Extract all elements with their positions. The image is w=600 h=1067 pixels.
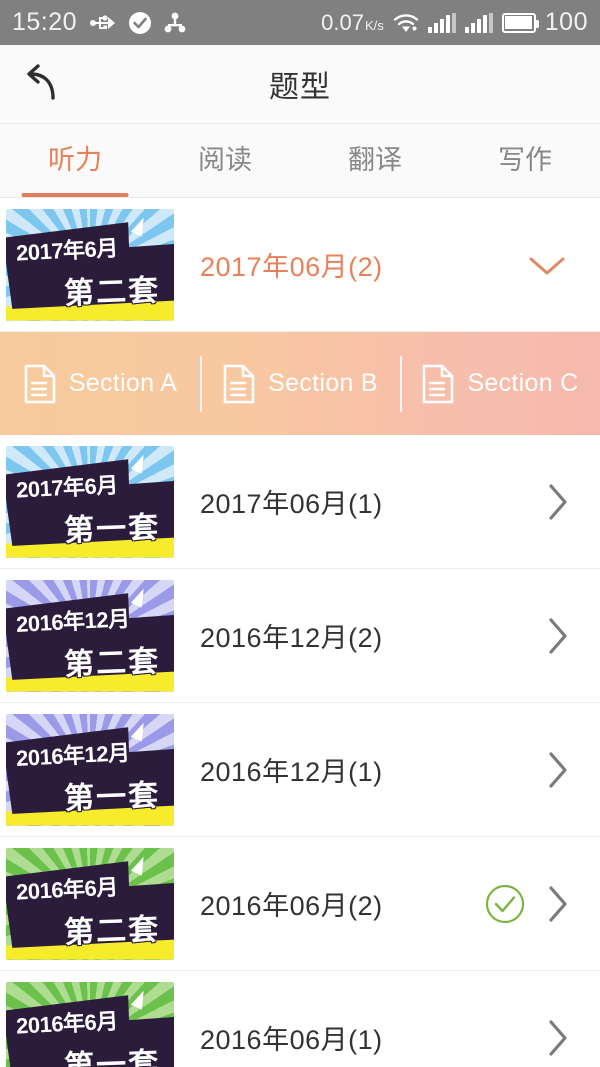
wifi-icon: [393, 13, 419, 33]
section-bar: Section A Section B Section C: [0, 332, 600, 435]
thumbnail-set: 第二套: [63, 644, 161, 682]
usb-icon: [90, 13, 116, 33]
status-bar-left: 15:20: [12, 8, 186, 37]
exam-list: 2017年6月 第二套 2017年06月(2) Section A Sectio…: [0, 198, 600, 1067]
document-icon: [23, 364, 57, 404]
section-item-b[interactable]: Section B: [200, 364, 400, 404]
row-actions: [524, 250, 570, 280]
table-row[interactable]: 2016年12月 第二套 2016年12月(2): [0, 569, 600, 703]
row-actions: [484, 882, 570, 926]
thumbnail-set: 第一套: [63, 1046, 161, 1067]
chevron-down-icon[interactable]: [524, 250, 570, 280]
status-bar: 15:20 0.07 K/s 100: [0, 0, 600, 45]
row-actions: [544, 480, 570, 524]
section-item-c[interactable]: Section C: [400, 364, 600, 404]
exam-thumbnail: 2016年6月 第二套: [6, 847, 174, 960]
app-header: 题型: [0, 45, 600, 124]
thumbnail-set: 第二套: [63, 273, 161, 311]
row-actions: [544, 614, 570, 658]
exam-label: 2017年06月(1): [200, 489, 383, 519]
tab-label: 写作: [498, 145, 552, 175]
exam-thumbnail: 2016年12月 第一套: [6, 713, 174, 826]
table-row[interactable]: 2016年6月 第一套 2016年06月(1): [0, 971, 600, 1067]
chevron-right-icon[interactable]: [544, 614, 570, 658]
thumbnail-year: 2016年12月: [15, 605, 131, 637]
network-speed: 0.07 K/s: [321, 9, 384, 35]
exam-thumbnail: 2017年6月 第一套: [6, 445, 174, 558]
check-circle-icon: [129, 11, 152, 34]
tab-translation[interactable]: 翻译: [300, 124, 450, 197]
signal-sim2-icon: [464, 12, 493, 33]
thumbnail-year: 2017年6月: [15, 471, 119, 503]
section-item-a[interactable]: Section A: [0, 364, 200, 404]
row-actions: [544, 1016, 570, 1060]
table-row[interactable]: 2017年6月 第一套 2017年06月(1): [0, 435, 600, 569]
back-arrow-icon: [19, 61, 65, 107]
tab-writing[interactable]: 写作: [450, 124, 600, 197]
tab-bar: 听力 阅读 翻译 写作: [0, 124, 600, 198]
battery-percent: 100: [544, 8, 588, 36]
signal-sim1-icon: [427, 12, 456, 33]
table-row[interactable]: 2016年6月 第二套 2016年06月(2): [0, 837, 600, 971]
exam-label: 2016年06月(2): [200, 891, 383, 921]
battery-icon: [501, 12, 539, 33]
section-label: Section A: [68, 369, 178, 397]
tab-label: 翻译: [348, 145, 402, 175]
table-row[interactable]: 2016年12月 第一套 2016年12月(1): [0, 703, 600, 837]
thumbnail-set: 第二套: [63, 912, 161, 950]
thumbnail-year: 2016年12月: [15, 739, 131, 771]
document-icon: [421, 364, 455, 404]
thumbnail-year: 2016年6月: [15, 1007, 119, 1039]
chevron-right-icon[interactable]: [544, 882, 570, 926]
thumbnail-year: 2016年6月: [15, 873, 119, 905]
status-bar-right: 0.07 K/s 100: [321, 8, 588, 37]
exam-thumbnail: 2016年12月 第二套: [6, 579, 174, 692]
exam-thumbnail: 2017年6月 第二套: [6, 208, 174, 321]
chevron-right-icon[interactable]: [544, 1016, 570, 1060]
tab-listening[interactable]: 听力: [0, 124, 150, 197]
completed-check-icon: [484, 883, 526, 925]
status-time: 15:20: [12, 8, 78, 36]
page-title: 题型: [269, 71, 331, 104]
exam-label: 2016年12月(2): [200, 623, 383, 653]
tab-label: 阅读: [198, 145, 252, 175]
thumbnail-year: 2017年6月: [15, 234, 119, 266]
exam-label: 2016年12月(1): [200, 757, 383, 787]
exam-thumbnail: 2016年6月 第一套: [6, 981, 174, 1067]
chevron-right-icon[interactable]: [544, 748, 570, 792]
row-actions: [544, 748, 570, 792]
thumbnail-set: 第一套: [63, 778, 161, 816]
chevron-right-icon[interactable]: [544, 480, 570, 524]
tab-label: 听力: [48, 145, 102, 175]
thumbnail-set: 第一套: [63, 510, 161, 548]
exam-label: 2016年06月(1): [200, 1025, 383, 1055]
tab-reading[interactable]: 阅读: [150, 124, 300, 197]
document-icon: [222, 364, 256, 404]
back-button[interactable]: [14, 56, 70, 112]
exam-label: 2017年06月(2): [200, 252, 383, 282]
section-label: Section B: [268, 369, 378, 397]
section-label: Section C: [467, 369, 579, 397]
sync-nodes-icon: [164, 12, 186, 34]
table-row[interactable]: 2017年6月 第二套 2017年06月(2): [0, 198, 600, 332]
